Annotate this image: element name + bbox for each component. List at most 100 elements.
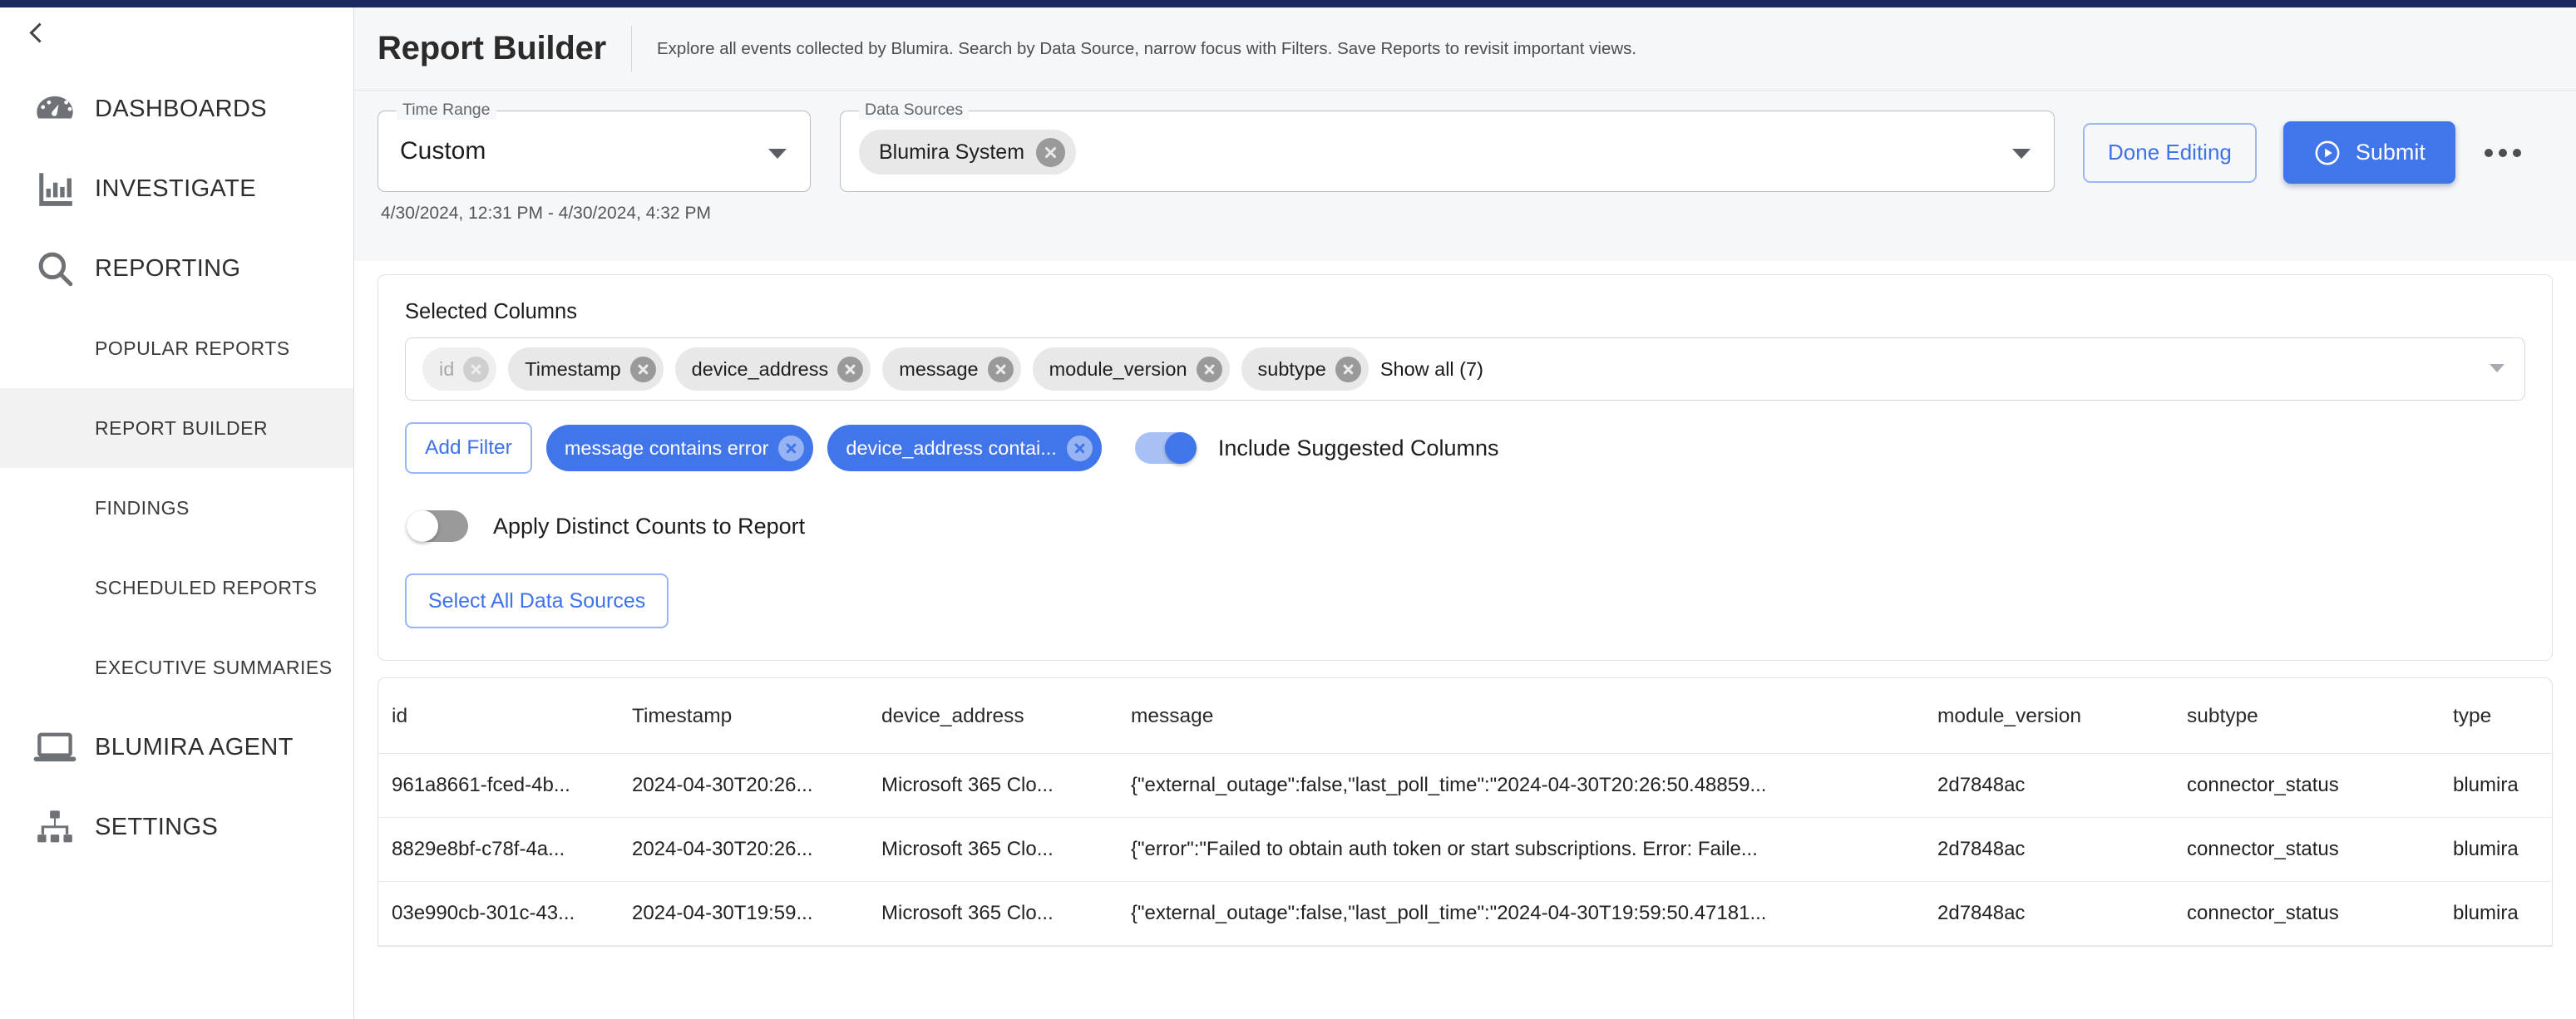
play-circle-icon (2313, 139, 2342, 167)
include-suggested-columns-toggle[interactable] (1134, 432, 1197, 464)
filter-chip-message[interactable]: message contains error (545, 425, 814, 471)
data-sources-select[interactable]: Data Sources Blumira System (840, 101, 2055, 192)
cell-subtype: connector_status (2187, 753, 2453, 818)
column-header-subtype[interactable]: subtype (2187, 678, 2453, 754)
gauge-icon (15, 87, 95, 130)
cell-message: {"external_outage":false,"last_poll_time… (1131, 753, 1937, 818)
show-all-columns-link[interactable]: Show all (7) (1380, 358, 1483, 381)
column-chip-message[interactable]: message (882, 347, 1021, 391)
results-table-card: id Timestamp device_address message modu… (378, 677, 2553, 947)
ellipsis-icon-dot (2498, 148, 2507, 157)
sidebar-item-label: FINDINGS (95, 496, 190, 519)
cell-type: blumira (2453, 753, 2552, 818)
sidebar-item-executive-summaries[interactable]: EXECUTIVE SUMMARIES (0, 628, 353, 707)
column-chip-device-address[interactable]: device_address (674, 347, 871, 391)
selected-columns-field[interactable]: id Timestamp device_address message modu… (405, 337, 2525, 401)
report-builder-page: DASHBOARDS INVESTIGATE REPORTING POPULAR… (0, 0, 2576, 1019)
column-header-module-version[interactable]: module_version (1937, 678, 2187, 754)
column-header-device-address[interactable]: device_address (881, 678, 1131, 754)
column-chip-id[interactable]: id (422, 347, 497, 391)
table-header-row: id Timestamp device_address message modu… (378, 678, 2552, 754)
time-range-select[interactable]: Time Range Custom (378, 101, 811, 192)
column-chip-label: id (439, 357, 455, 380)
column-chip-label: Timestamp (525, 357, 621, 380)
more-options-button[interactable] (2474, 124, 2532, 182)
sidebar-nav: DASHBOARDS INVESTIGATE REPORTING POPULAR… (0, 69, 353, 867)
apply-distinct-counts-label: Apply Distinct Counts to Report (493, 513, 806, 539)
sidebar-collapse-button[interactable] (7, 7, 65, 57)
top-accent-strip (0, 0, 2576, 7)
column-header-timestamp[interactable]: Timestamp (632, 678, 881, 754)
results-table-head: id Timestamp device_address message modu… (378, 678, 2552, 754)
filter-chip-label: device_address contai... (846, 436, 1057, 459)
remove-filter-icon[interactable] (1066, 435, 1093, 461)
bar-chart-icon (15, 168, 95, 209)
remove-filter-icon[interactable] (778, 435, 805, 461)
remove-column-icon[interactable] (463, 356, 490, 382)
remove-column-icon[interactable] (837, 356, 864, 382)
apply-distinct-counts-toggle[interactable] (407, 510, 468, 542)
sidebar-item-dashboards[interactable]: DASHBOARDS (0, 69, 353, 149)
sidebar-item-findings[interactable]: FINDINGS (0, 468, 353, 548)
cell-timestamp: 2024-04-30T20:26... (632, 817, 881, 882)
sidebar-item-report-builder[interactable]: REPORT BUILDER (0, 388, 353, 468)
cell-message: {"external_outage":false,"last_poll_time… (1131, 881, 1937, 946)
sidebar-item-label: POPULAR REPORTS (95, 337, 290, 359)
time-range-legend: Time Range (397, 101, 496, 120)
column-header-type[interactable]: type (2453, 678, 2552, 754)
data-source-chip[interactable]: Blumira System (859, 130, 1077, 175)
sidebar-item-popular-reports[interactable]: POPULAR REPORTS (0, 308, 353, 388)
table-row[interactable]: 8829e8bf-c78f-4a... 2024-04-30T20:26... … (378, 817, 2552, 882)
sidebar-item-blumira-agent[interactable]: BLUMIRA AGENT (0, 707, 353, 787)
column-chip-module-version[interactable]: module_version (1032, 347, 1230, 391)
data-sources-legend: Data Sources (859, 101, 970, 120)
remove-column-icon[interactable] (987, 356, 1014, 382)
column-chip-label: message (899, 357, 979, 380)
chevron-down-icon (2012, 149, 2031, 159)
column-header-id[interactable]: id (378, 678, 632, 754)
remove-column-icon[interactable] (1335, 356, 1361, 382)
sidebar-item-investigate[interactable]: INVESTIGATE (0, 149, 353, 229)
cell-timestamp: 2024-04-30T20:26... (632, 753, 881, 818)
select-all-data-sources-button[interactable]: Select All Data Sources (405, 573, 669, 628)
sidebar-item-settings[interactable]: SETTINGS (0, 787, 353, 867)
apply-distinct-counts-row: Apply Distinct Counts to Report (407, 510, 2525, 542)
remove-column-icon[interactable] (1196, 356, 1222, 382)
data-source-chip-label: Blumira System (879, 140, 1025, 164)
controls-row: Time Range Custom 4/30/2024, 12:31 PM - … (378, 101, 2553, 224)
page-header: Report Builder Explore all events collec… (354, 0, 2576, 91)
cell-device-address: Microsoft 365 Clo... (881, 881, 1131, 946)
table-row[interactable]: 03e990cb-301c-43... 2024-04-30T19:59... … (378, 881, 2552, 946)
toggle-knob (1164, 432, 1197, 464)
column-chip-subtype[interactable]: subtype (1241, 347, 1369, 391)
column-chip-label: module_version (1049, 357, 1187, 380)
time-range-value: Custom (400, 137, 486, 165)
add-filter-button[interactable]: Add Filter (405, 422, 532, 474)
cell-id: 03e990cb-301c-43... (378, 881, 632, 946)
builder-panel: Selected Columns id Timestamp device_add… (378, 274, 2553, 661)
filter-chip-device-address[interactable]: device_address contai... (827, 425, 1102, 471)
toggle-knob (407, 510, 438, 542)
remove-column-icon[interactable] (629, 356, 656, 382)
column-chip-timestamp[interactable]: Timestamp (508, 347, 664, 391)
sidebar-item-scheduled-reports[interactable]: SCHEDULED REPORTS (0, 548, 353, 628)
chevron-down-icon (2490, 364, 2504, 372)
table-row[interactable]: 961a8661-fced-4b... 2024-04-30T20:26... … (378, 753, 2552, 818)
ellipsis-icon-dot (2484, 148, 2493, 157)
sidebar-item-reporting[interactable]: REPORTING (0, 229, 353, 308)
column-header-message[interactable]: message (1131, 678, 1937, 754)
page-description: Explore all events collected by Blumira.… (657, 38, 1637, 58)
cell-id: 8829e8bf-c78f-4a... (378, 817, 632, 882)
sidebar-item-label: SCHEDULED REPORTS (95, 576, 318, 598)
filter-chip-label: message contains error (564, 436, 769, 459)
cell-module-version: 2d7848ac (1937, 817, 2187, 882)
submit-button[interactable]: Submit (2282, 121, 2455, 184)
done-editing-button[interactable]: Done Editing (2083, 122, 2257, 183)
time-range-text: 4/30/2024, 12:31 PM - 4/30/2024, 4:32 PM (381, 204, 711, 223)
builder-panel-wrap: Selected Columns id Timestamp device_add… (354, 274, 2576, 661)
cell-subtype: connector_status (2187, 881, 2453, 946)
column-chip-label: subtype (1257, 357, 1326, 380)
filters-row: Add Filter message contains error device… (405, 422, 2525, 474)
cell-device-address: Microsoft 365 Clo... (881, 753, 1131, 818)
remove-data-source-icon[interactable] (1036, 137, 1066, 167)
